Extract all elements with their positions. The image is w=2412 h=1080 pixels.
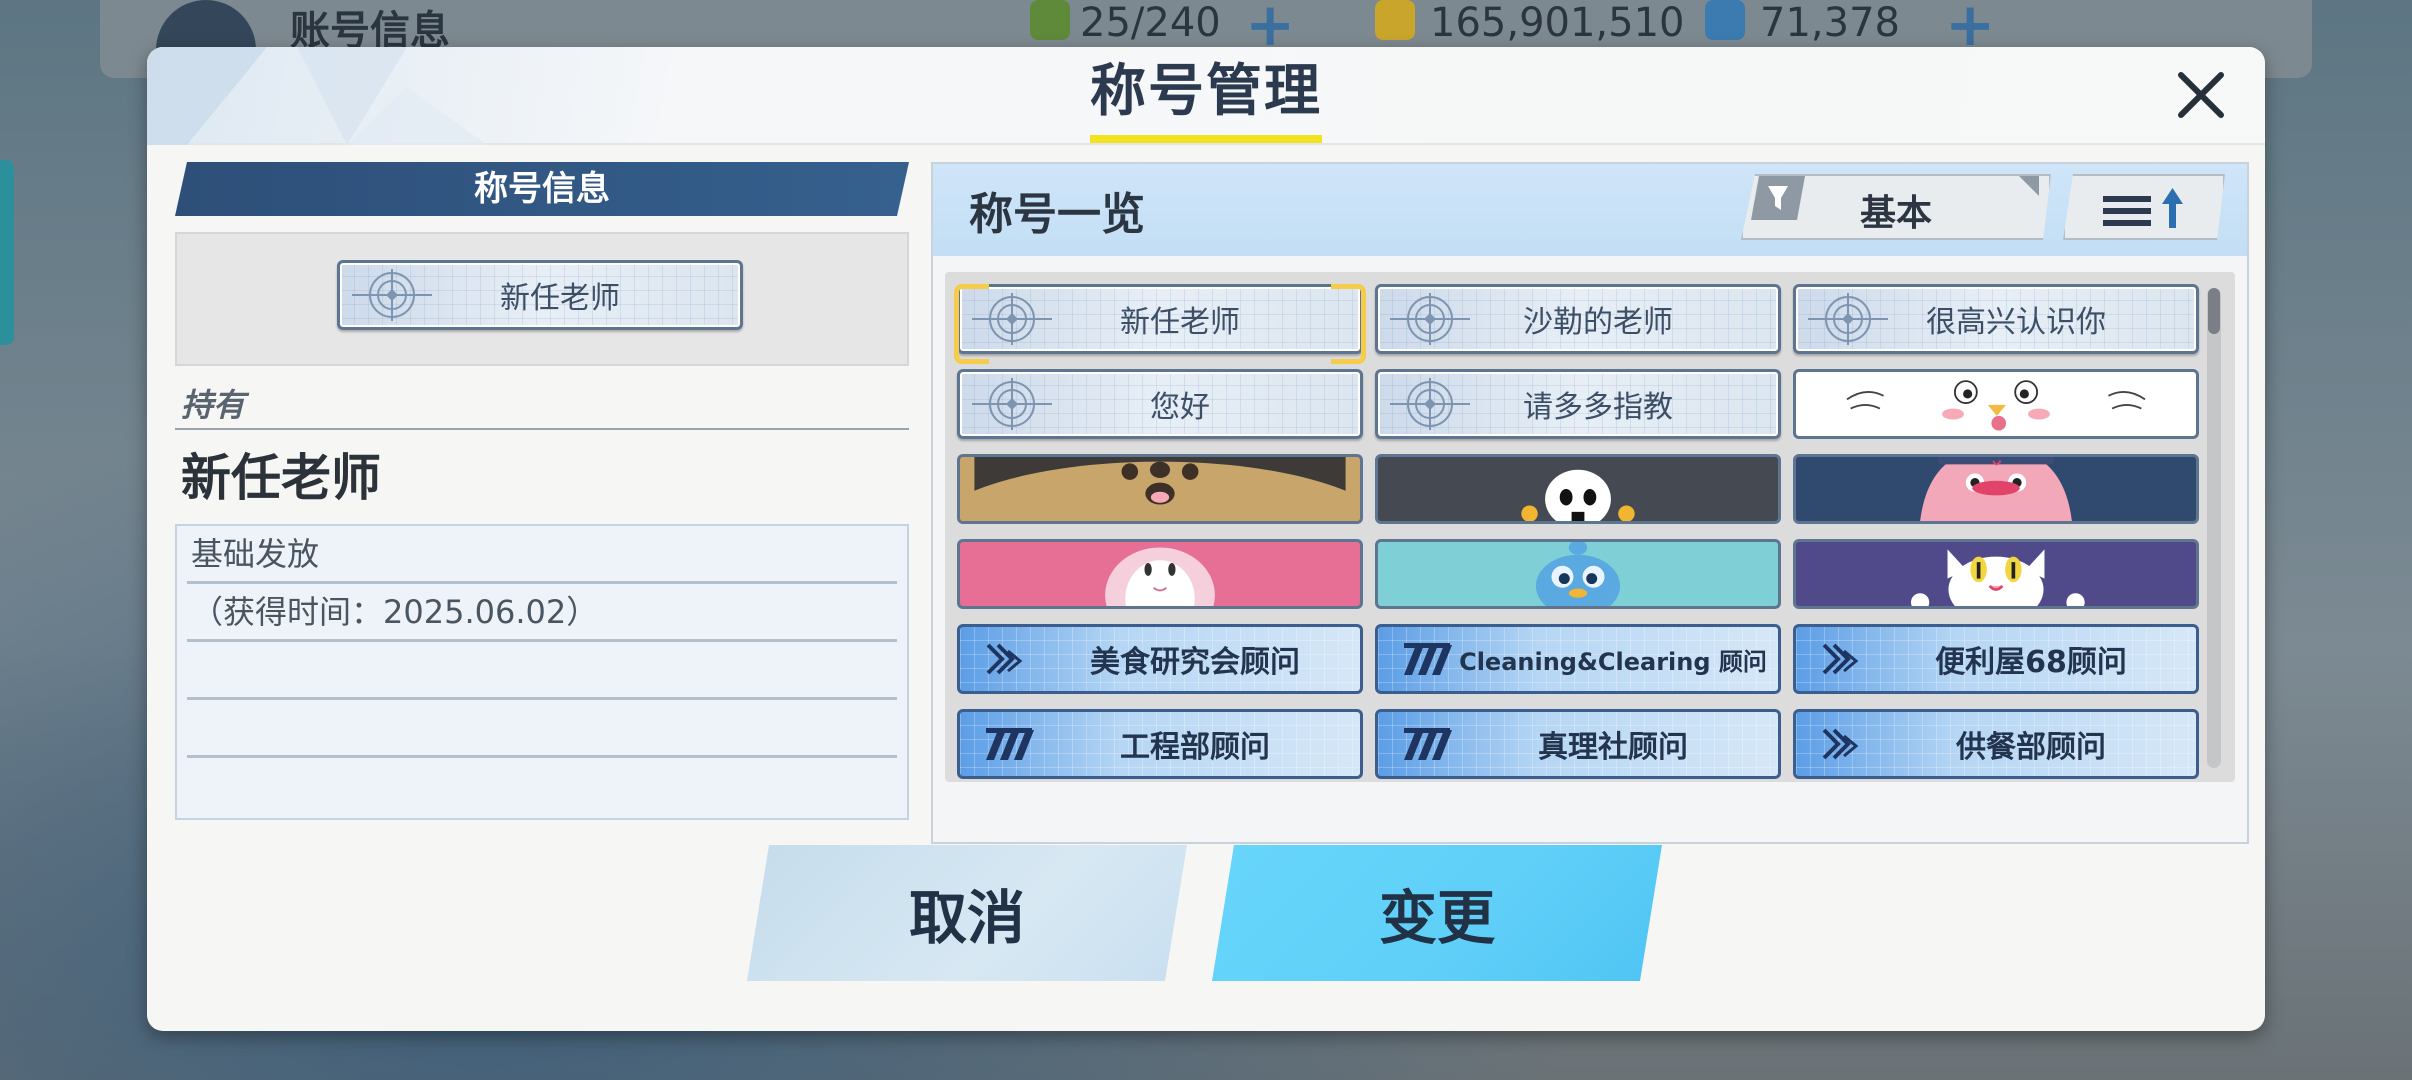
dialog-header: 称号管理 xyxy=(147,47,2265,145)
title-chip: 请多多指教 xyxy=(1375,369,1781,439)
ap-icon xyxy=(1030,0,1070,40)
slash-emblem-icon xyxy=(986,728,1034,760)
pink-bird-icon xyxy=(1793,454,2199,524)
title-chip: 沙勒的老师 xyxy=(1375,284,1781,354)
advisor-chip: 真理社顾问 xyxy=(1375,709,1781,779)
title-card-advisor[interactable]: 真理社顾问 xyxy=(1375,709,1781,779)
title-card-winged-face[interactable] xyxy=(1793,369,2199,439)
advisor-chip: 工程部顾问 xyxy=(957,709,1363,779)
title-card[interactable]: 新任老师 xyxy=(954,284,1366,364)
scrollbar-thumb[interactable] xyxy=(2208,288,2220,334)
reticle-icon xyxy=(352,269,432,321)
title-preview-label: 新任老师 xyxy=(500,281,620,316)
title-list-panel: 称号一览 基本 新任老师 沙勒的老师 很高兴认识你 您好 请多多指教 美食研究会… xyxy=(931,162,2249,844)
title-chip: 新任老师 xyxy=(957,284,1363,354)
title-list-heading: 称号一览 xyxy=(969,189,1145,240)
advisor-chip: 便利屋68顾问 xyxy=(1793,624,2199,694)
reticle-icon xyxy=(972,378,1052,430)
title-card-advisor[interactable]: 供餐部顾问 xyxy=(1793,709,2199,779)
title-card-advisor[interactable]: Cleaning&Clearing 顾问 xyxy=(1375,624,1781,694)
title-management-dialog: 称号管理 称号信息 新任老师 持有 新任老师 基础发放 （获得时间：2025.0… xyxy=(147,47,2265,1031)
background-side-tab xyxy=(0,160,14,345)
title-chip: 很高兴认识你 xyxy=(1793,284,2199,354)
winged-face-icon xyxy=(1793,369,2199,439)
chevron-emblem-icon xyxy=(1822,643,1859,675)
teal-penguin-icon xyxy=(1375,539,1781,609)
title-chip: 您好 xyxy=(957,369,1363,439)
title-info-header: 称号信息 xyxy=(175,162,909,216)
title-grid-area: 新任老师 沙勒的老师 很高兴认识你您好 请多多指教美食研究会顾问 Cleaning&Cl… xyxy=(945,272,2235,782)
chevron-emblem-icon xyxy=(1822,728,1859,760)
description-line: 基础发放 xyxy=(187,526,897,584)
title-card-advisor[interactable]: 美食研究会顾问 xyxy=(957,624,1363,694)
title-card-label: 美食研究会顾问 xyxy=(1090,645,1300,680)
title-card[interactable]: 沙勒的老师 xyxy=(1375,284,1781,354)
ap-value: 25/240 xyxy=(1080,0,1221,46)
title-card-advisor[interactable]: 工程部顾问 xyxy=(957,709,1363,779)
title-description-box: 基础发放 （获得时间：2025.06.02） xyxy=(175,524,909,820)
title-preview-chip: 新任老师 xyxy=(337,260,743,330)
filter-label: 基本 xyxy=(1859,193,1932,234)
filter-button[interactable]: 基本 xyxy=(1741,174,2051,240)
cancel-button[interactable]: 取消 xyxy=(747,845,1187,981)
title-card-label: 很高兴认识你 xyxy=(1926,305,2106,340)
title-card-label: 工程部顾问 xyxy=(1120,730,1270,765)
pyroxene-value: 71,378 xyxy=(1760,0,1900,46)
credit-value: 165,901,510 xyxy=(1430,0,1685,46)
cancel-button-label: 取消 xyxy=(908,884,1025,952)
sort-button[interactable] xyxy=(2063,174,2225,240)
pink-bunny-icon xyxy=(957,539,1363,609)
credit-icon xyxy=(1375,0,1415,40)
title-card-label: 新任老师 xyxy=(1120,305,1240,340)
title-card-label: 真理社顾问 xyxy=(1538,730,1688,765)
advisor-chip: 美食研究会顾问 xyxy=(957,624,1363,694)
purple-cat-icon xyxy=(1793,539,2199,609)
slash-emblem-icon xyxy=(1404,728,1452,760)
advisor-chip: 供餐部顾问 xyxy=(1793,709,2199,779)
dialog-title: 称号管理 xyxy=(1090,55,1322,143)
title-card-label: 便利屋68顾问 xyxy=(1935,645,2127,680)
scrollbar[interactable] xyxy=(2207,288,2221,768)
title-card[interactable]: 很高兴认识你 xyxy=(1793,284,2199,354)
reticle-icon xyxy=(1808,293,1888,345)
panda-icon xyxy=(1375,454,1781,524)
owned-title-name: 新任老师 xyxy=(181,449,381,507)
title-card-pink-bunny[interactable] xyxy=(957,539,1363,609)
close-icon[interactable] xyxy=(2173,67,2229,123)
title-preview-box: 新任老师 xyxy=(175,232,909,366)
title-card-label: 供餐部顾问 xyxy=(1956,730,2106,765)
reticle-icon xyxy=(1390,378,1470,430)
title-card-label: 您好 xyxy=(1150,390,1210,425)
change-button-label: 变更 xyxy=(1378,884,1495,952)
change-button[interactable]: 变更 xyxy=(1212,845,1662,981)
title-card-brown-bear[interactable] xyxy=(957,454,1363,524)
title-card-panda[interactable] xyxy=(1375,454,1781,524)
title-card-purple-cat[interactable] xyxy=(1793,539,2199,609)
title-card-teal-penguin[interactable] xyxy=(1375,539,1781,609)
description-line xyxy=(187,700,897,758)
sort-ascending-icon xyxy=(2065,176,2227,242)
owned-label: 持有 xyxy=(175,380,909,430)
title-card-advisor[interactable]: 便利屋68顾问 xyxy=(1793,624,2199,694)
title-card[interactable]: 您好 xyxy=(957,369,1363,439)
title-info-panel: 称号信息 新任老师 持有 新任老师 基础发放 （获得时间：2025.06.02） xyxy=(175,162,909,820)
header-decoration xyxy=(147,47,487,145)
title-card-label: 请多多指教 xyxy=(1523,390,1673,425)
slash-emblem-icon xyxy=(1404,643,1452,675)
brown-bear-icon xyxy=(957,454,1363,524)
reticle-icon xyxy=(1390,293,1470,345)
description-line xyxy=(187,642,897,700)
reticle-icon xyxy=(972,293,1052,345)
title-card-label: 沙勒的老师 xyxy=(1523,305,1673,340)
title-card[interactable]: 请多多指教 xyxy=(1375,369,1781,439)
title-list-header: 称号一览 基本 xyxy=(933,164,2247,256)
description-line: （获得时间：2025.06.02） xyxy=(187,584,897,642)
advisor-chip: Cleaning&Clearing 顾问 xyxy=(1375,624,1781,694)
pyroxene-icon xyxy=(1705,0,1745,40)
chevron-emblem-icon xyxy=(986,643,1023,675)
title-card-pink-bird[interactable] xyxy=(1793,454,2199,524)
